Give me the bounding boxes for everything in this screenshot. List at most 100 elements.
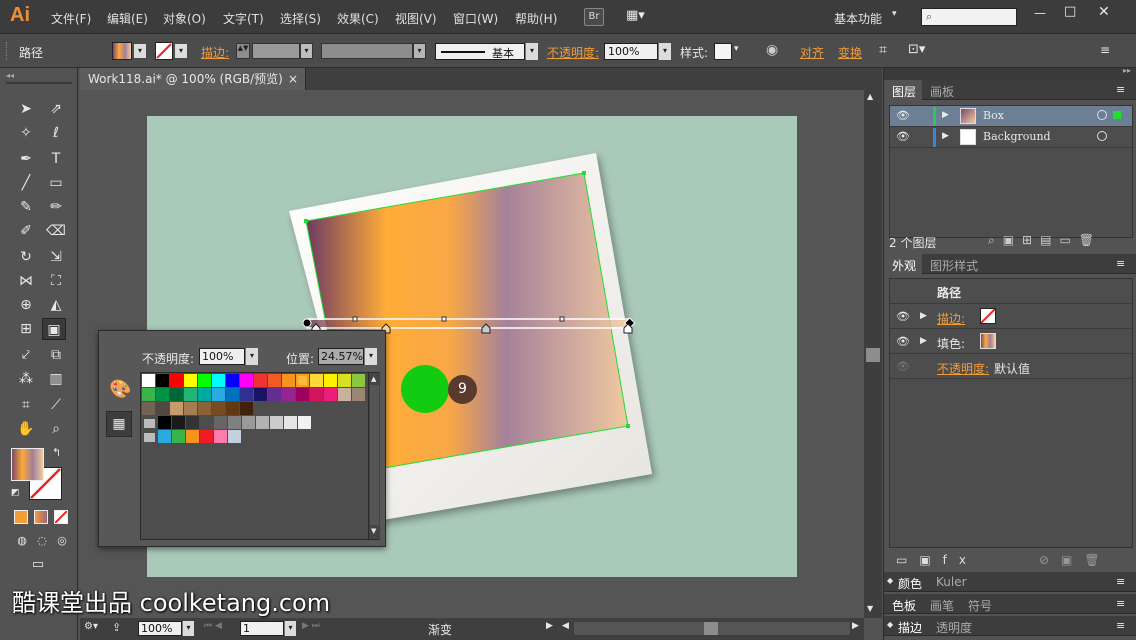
appearance-fill-row[interactable]: 👁 ▶ 填色: [890,330,1132,354]
panel-menu-icon[interactable]: ≡ [1116,575,1125,588]
swatch-cell[interactable] [268,388,281,401]
distribute-icon[interactable]: ⊡▾ [908,42,925,57]
swatch-cell[interactable] [142,388,155,401]
artboard-number-input[interactable]: 1 [240,621,284,636]
swatch-cell[interactable] [156,402,169,415]
swatch-cell[interactable] [240,388,253,401]
bridge-button[interactable]: Br [584,8,604,26]
swatch-cell[interactable] [214,430,227,443]
mesh-tool-icon[interactable]: ⊞ [14,318,38,340]
stroke-dropdown-icon[interactable]: ▾ [175,44,187,58]
hscroll-right-icon[interactable]: ▶ [852,621,859,631]
document-tab[interactable]: Work118.ai* @ 100% (RGB/预览) × [80,68,306,90]
layers-footer-icons[interactable]: ⌕▣⊞▤▭🗑 [988,233,1102,248]
popup-opacity-dropdown-icon[interactable]: ▾ [245,348,258,365]
opacity-label[interactable]: 不透明度: [547,44,599,61]
gradient-midpoint[interactable] [352,316,358,322]
search-input[interactable]: ⌕ [921,8,1017,26]
swatch-cell[interactable] [186,430,199,443]
swatch-cell[interactable] [352,388,365,401]
vertical-scrollbar[interactable]: ▲ ▼ [864,90,882,618]
hand-tool-icon[interactable]: ✋ [14,418,38,440]
tab-kuler[interactable]: Kuler [936,575,967,589]
appearance-footer-right-icons[interactable]: ⊘▣🗑 [1039,553,1112,567]
lasso-tool-icon[interactable]: ℓ [44,122,68,144]
panel-menu-icon[interactable]: ≡ [1100,43,1110,57]
swatch-cell[interactable] [170,374,183,387]
pen-tool-icon[interactable]: ✒ [14,148,38,170]
symbol-sprayer-tool-icon[interactable]: ⁂ [14,368,38,390]
variable-width-profile[interactable] [321,43,413,59]
swatch-cell[interactable] [184,402,197,415]
horizontal-scrollbar[interactable] [574,622,850,635]
expand-panel-icon[interactable]: ◆ [887,576,893,585]
stroke-swatch-button[interactable] [155,42,173,60]
menu-view[interactable]: 视图(V) [395,10,437,27]
blob-brush-tool-icon[interactable]: ✐ [14,220,38,242]
hscroll-left-icon[interactable]: ◀ [562,621,569,631]
swatch-cell[interactable] [240,374,253,387]
free-transform-tool-icon[interactable]: ⛶ [44,270,68,292]
expand-layer-icon[interactable]: ▶ [942,110,949,120]
appearance-stroke-label[interactable]: 描边: [937,310,965,327]
swatch-cell[interactable] [170,388,183,401]
appearance-stroke-row[interactable]: 👁 ▶ 描边: [890,305,1132,329]
swatch-cell[interactable] [142,374,155,387]
default-colors-icon[interactable]: ◩ [11,488,20,498]
swatch-cell[interactable] [268,374,281,387]
zoom-tool-icon[interactable]: ⌕ [44,418,68,440]
zoom-dropdown-icon[interactable]: ▾ [182,621,194,636]
swatch-cell[interactable] [198,388,211,401]
color-palette-icon[interactable]: 🎨 [109,379,131,400]
draw-inside-icon[interactable]: ◎ [50,530,74,552]
fill-swatch-button[interactable] [112,42,132,60]
tab-stroke[interactable]: 描边 [898,619,922,636]
swatch-cell[interactable] [226,374,239,387]
tab-layers[interactable]: 图层 [892,83,916,100]
swatch-cell[interactable] [142,402,155,415]
transform-link[interactable]: 变换 [838,44,862,61]
swatch-cell[interactable] [212,402,225,415]
tab-graphic-styles[interactable]: 图形样式 [930,257,978,274]
stroke-weight-dropdown-icon[interactable]: ▾ [300,43,313,59]
tab-transparency[interactable]: 透明度 [936,619,972,636]
close-tab-icon[interactable]: × [288,68,298,90]
layer-row-box[interactable]: 👁 ▶ Box [890,106,1132,127]
shape-builder-tool-icon[interactable]: ⊕ [14,294,38,316]
visibility-eye-icon[interactable]: 👁 [896,130,910,143]
scale-tool-icon[interactable]: ⇲ [44,246,68,268]
gradient-tool-icon[interactable]: ▣ [42,318,66,340]
horizontal-scroll-thumb[interactable] [704,622,718,635]
swatch-cell[interactable] [298,416,311,429]
direct-selection-tool-icon[interactable]: ⇗ [44,98,68,120]
panel-menu-icon[interactable]: ≡ [1116,619,1125,632]
swatch-cell[interactable] [256,416,269,429]
popup-position-input[interactable]: 24.57% [318,348,364,365]
layers-panel-menu-icon[interactable]: ≡ [1116,83,1125,96]
swatch-cell[interactable] [212,374,225,387]
pencil-tool-icon[interactable]: ✏ [44,196,68,218]
scroll-down-icon[interactable]: ▼ [371,527,376,535]
expand-fill-icon[interactable]: ▶ [920,336,927,346]
swatch-cell[interactable] [254,374,267,387]
swatch-cell[interactable] [184,388,197,401]
swatches-view-icon[interactable]: ▦ [106,411,132,437]
opacity-dropdown-icon[interactable]: ▾ [658,43,671,60]
appearance-footer-icons[interactable]: ▭▣fx [896,553,978,567]
menu-select[interactable]: 选择(S) [280,10,321,27]
screen-mode-icon[interactable]: ▭ [26,554,50,576]
swatch-cell[interactable] [158,430,171,443]
artboard-tool-icon[interactable]: ⌗ [14,394,38,416]
target-icon[interactable] [1097,131,1107,141]
zoom-input[interactable]: 100% [138,621,182,636]
menu-help[interactable]: 帮助(H) [515,10,557,27]
swatch-cell[interactable] [200,416,213,429]
tab-appearance[interactable]: 外观 [892,257,916,274]
column-graph-tool-icon[interactable]: ▥ [44,368,68,390]
swatch-cell[interactable] [214,416,227,429]
none-mode-icon[interactable] [54,510,68,524]
perspective-grid-tool-icon[interactable]: ◭ [44,294,68,316]
layer-name[interactable]: Box [983,109,1004,122]
vertical-scroll-thumb[interactable] [866,348,880,362]
swatch-cell[interactable] [240,402,253,415]
